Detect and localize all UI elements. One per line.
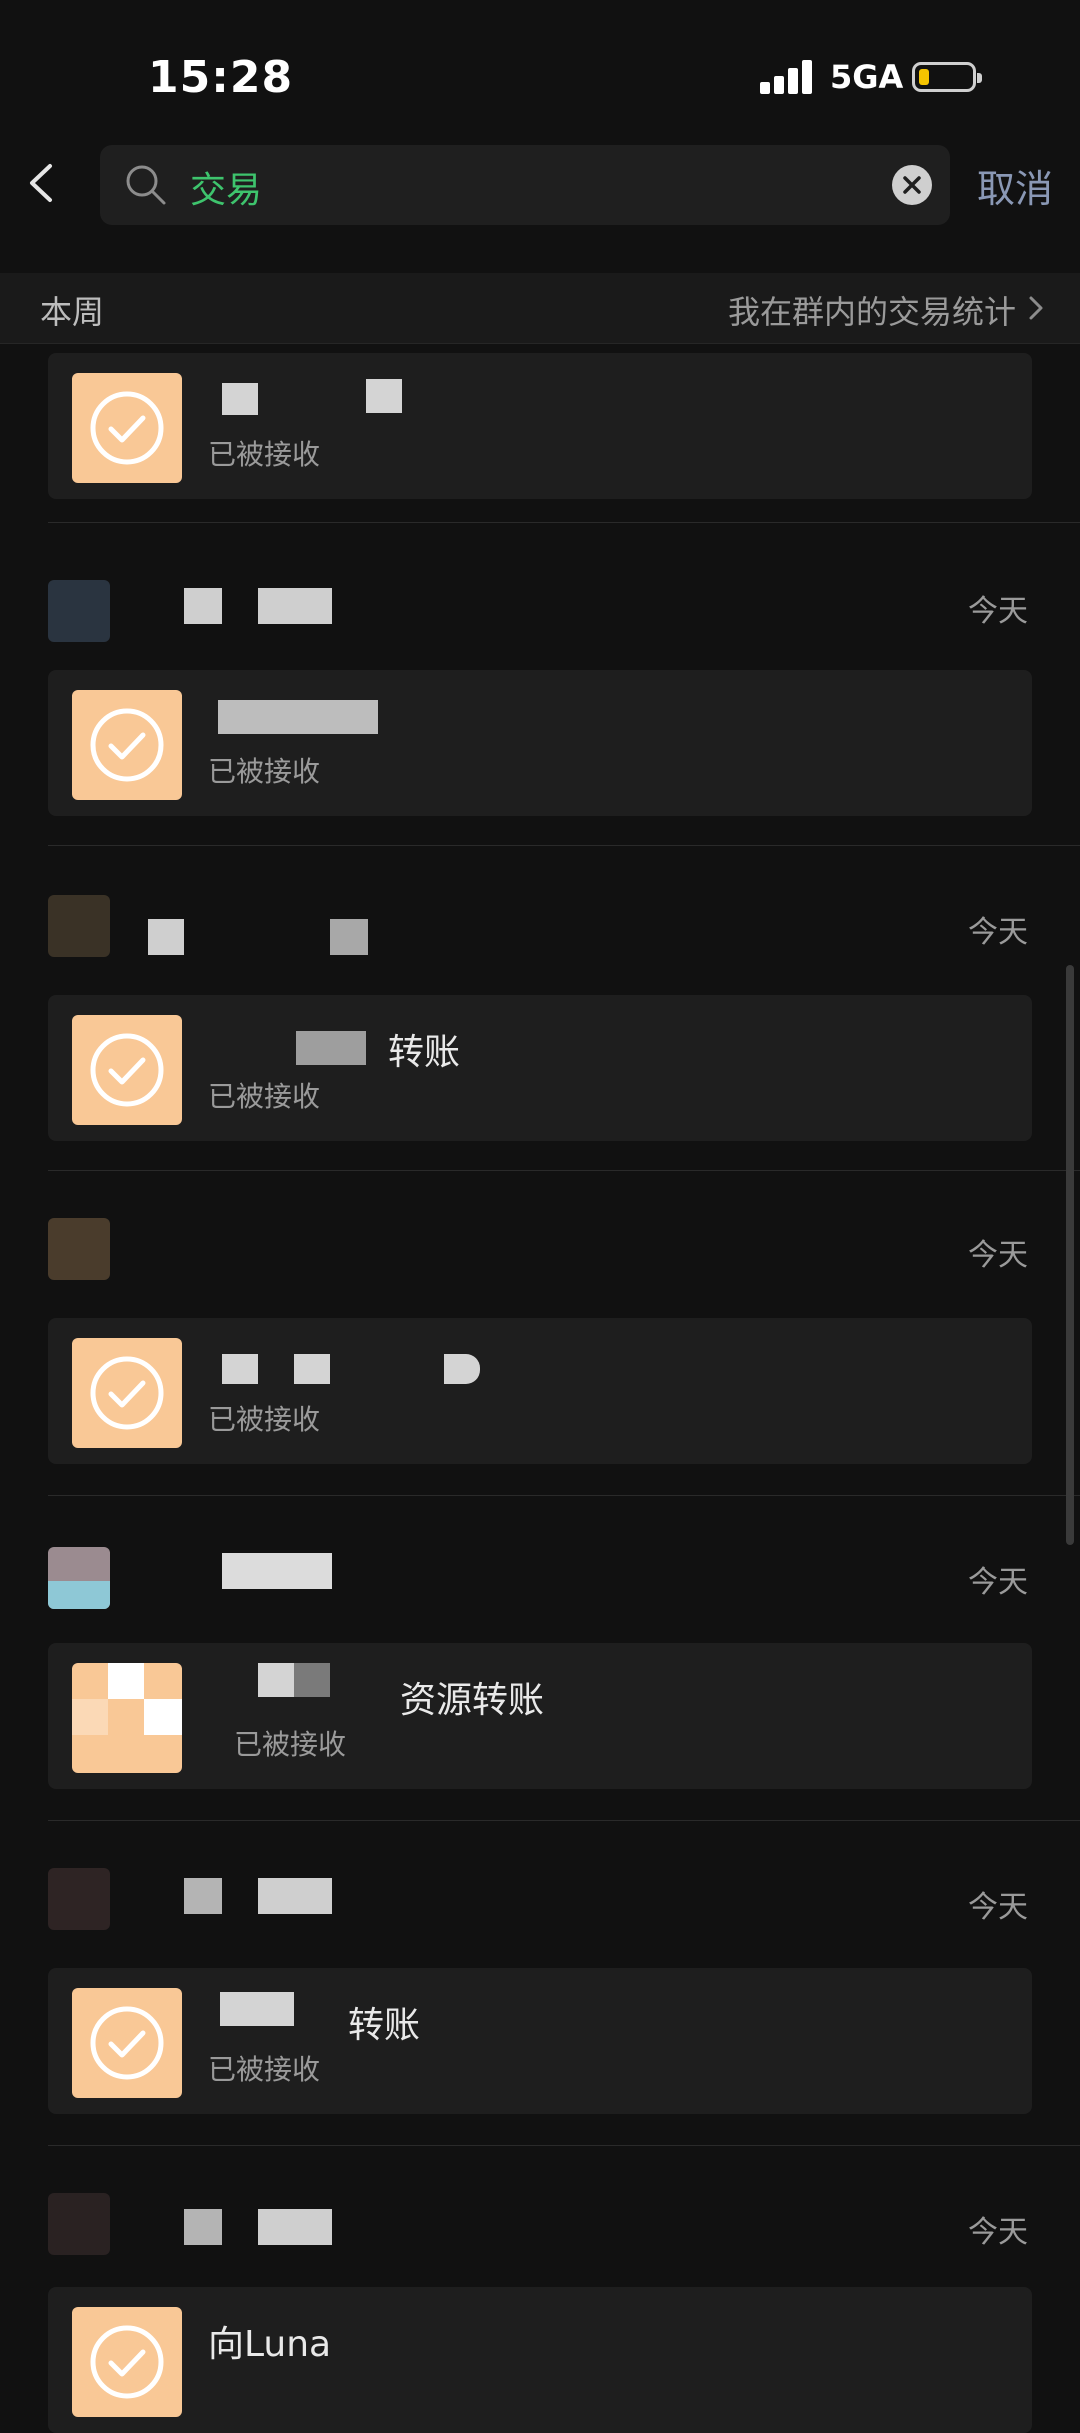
transfer-card[interactable]: 资源转账 已被接收 (48, 1643, 1032, 1789)
clear-icon[interactable] (892, 165, 932, 205)
transfer-icon (72, 1015, 182, 1125)
avatar (48, 2193, 110, 2255)
transfer-title: 向Luna (208, 2324, 332, 2365)
battery-icon (912, 62, 982, 92)
transfer-card[interactable]: 已被接收 (48, 353, 1032, 499)
transfer-card[interactable]: 转账 已被接收 (48, 1968, 1032, 2114)
transfer-status: 已被接收 (234, 1728, 347, 1761)
avatar (48, 1218, 110, 1280)
status-time: 15:28 (148, 52, 294, 103)
network-label: 5GA (830, 58, 904, 96)
avatar (48, 1868, 110, 1930)
search-input[interactable]: 交易 (190, 161, 262, 213)
chevron-right-icon (1029, 296, 1043, 320)
transfer-icon (72, 2307, 182, 2417)
back-button[interactable] (20, 148, 64, 218)
search-box[interactable]: 交易 (100, 145, 950, 225)
transfer-card[interactable]: 向Luna (48, 2287, 1032, 2433)
list-item[interactable]: 已被接收 (0, 345, 1080, 525)
signal-icon (760, 60, 816, 94)
item-date: 今天 (968, 1238, 1028, 1273)
status-bar: 15:28 5GA (0, 0, 1080, 140)
item-date: 今天 (968, 1890, 1028, 1925)
avatar (48, 580, 110, 642)
search-icon (124, 163, 168, 207)
transfer-icon (72, 690, 182, 800)
section-title: 本周 (40, 293, 105, 331)
item-date: 今天 (968, 594, 1028, 629)
transfer-status: 已被接收 (208, 1080, 321, 1113)
section-header: 本周 我在群内的交易统计 (0, 273, 1080, 344)
transfer-icon (72, 373, 182, 483)
transfer-icon (72, 1988, 182, 2098)
transfer-icon (72, 1663, 182, 1773)
transfer-card[interactable]: 已被接收 (48, 670, 1032, 816)
list-item[interactable]: 今天 已被接收 (0, 1210, 1080, 1500)
list-item[interactable]: 今天 资源转账 已被接收 (0, 1535, 1080, 1825)
list-item[interactable]: 今天 转账 已被接收 (0, 1860, 1080, 2150)
chevron-left-icon (30, 164, 52, 202)
avatar (48, 1547, 110, 1609)
transfer-card[interactable]: 已被接收 (48, 1318, 1032, 1464)
stats-link[interactable]: 我在群内的交易统计 (728, 287, 1016, 333)
transfer-title: 转账 (348, 2005, 421, 2046)
transfer-title: 转账 (388, 1032, 461, 1073)
scrollbar[interactable] (1066, 965, 1074, 1545)
transfer-icon (72, 1338, 182, 1448)
transfer-status: 已被接收 (208, 2053, 321, 2086)
item-date: 今天 (968, 1565, 1028, 1600)
item-date: 今天 (968, 915, 1028, 950)
list-item[interactable]: 今天 已被接收 (0, 560, 1080, 850)
list-item[interactable]: 今天 向Luna (0, 2185, 1080, 2433)
cancel-button[interactable]: 取消 (977, 158, 1053, 213)
item-date: 今天 (968, 2215, 1028, 2250)
transfer-status: 已被接收 (208, 755, 321, 788)
avatar (48, 895, 110, 957)
transfer-title: 资源转账 (400, 1680, 545, 1721)
list-item[interactable]: 今天 转账 已被接收 (0, 885, 1080, 1175)
transfer-card[interactable]: 转账 已被接收 (48, 995, 1032, 1141)
transfer-status: 已被接收 (208, 438, 321, 471)
transfer-status: 已被接收 (208, 1403, 321, 1436)
